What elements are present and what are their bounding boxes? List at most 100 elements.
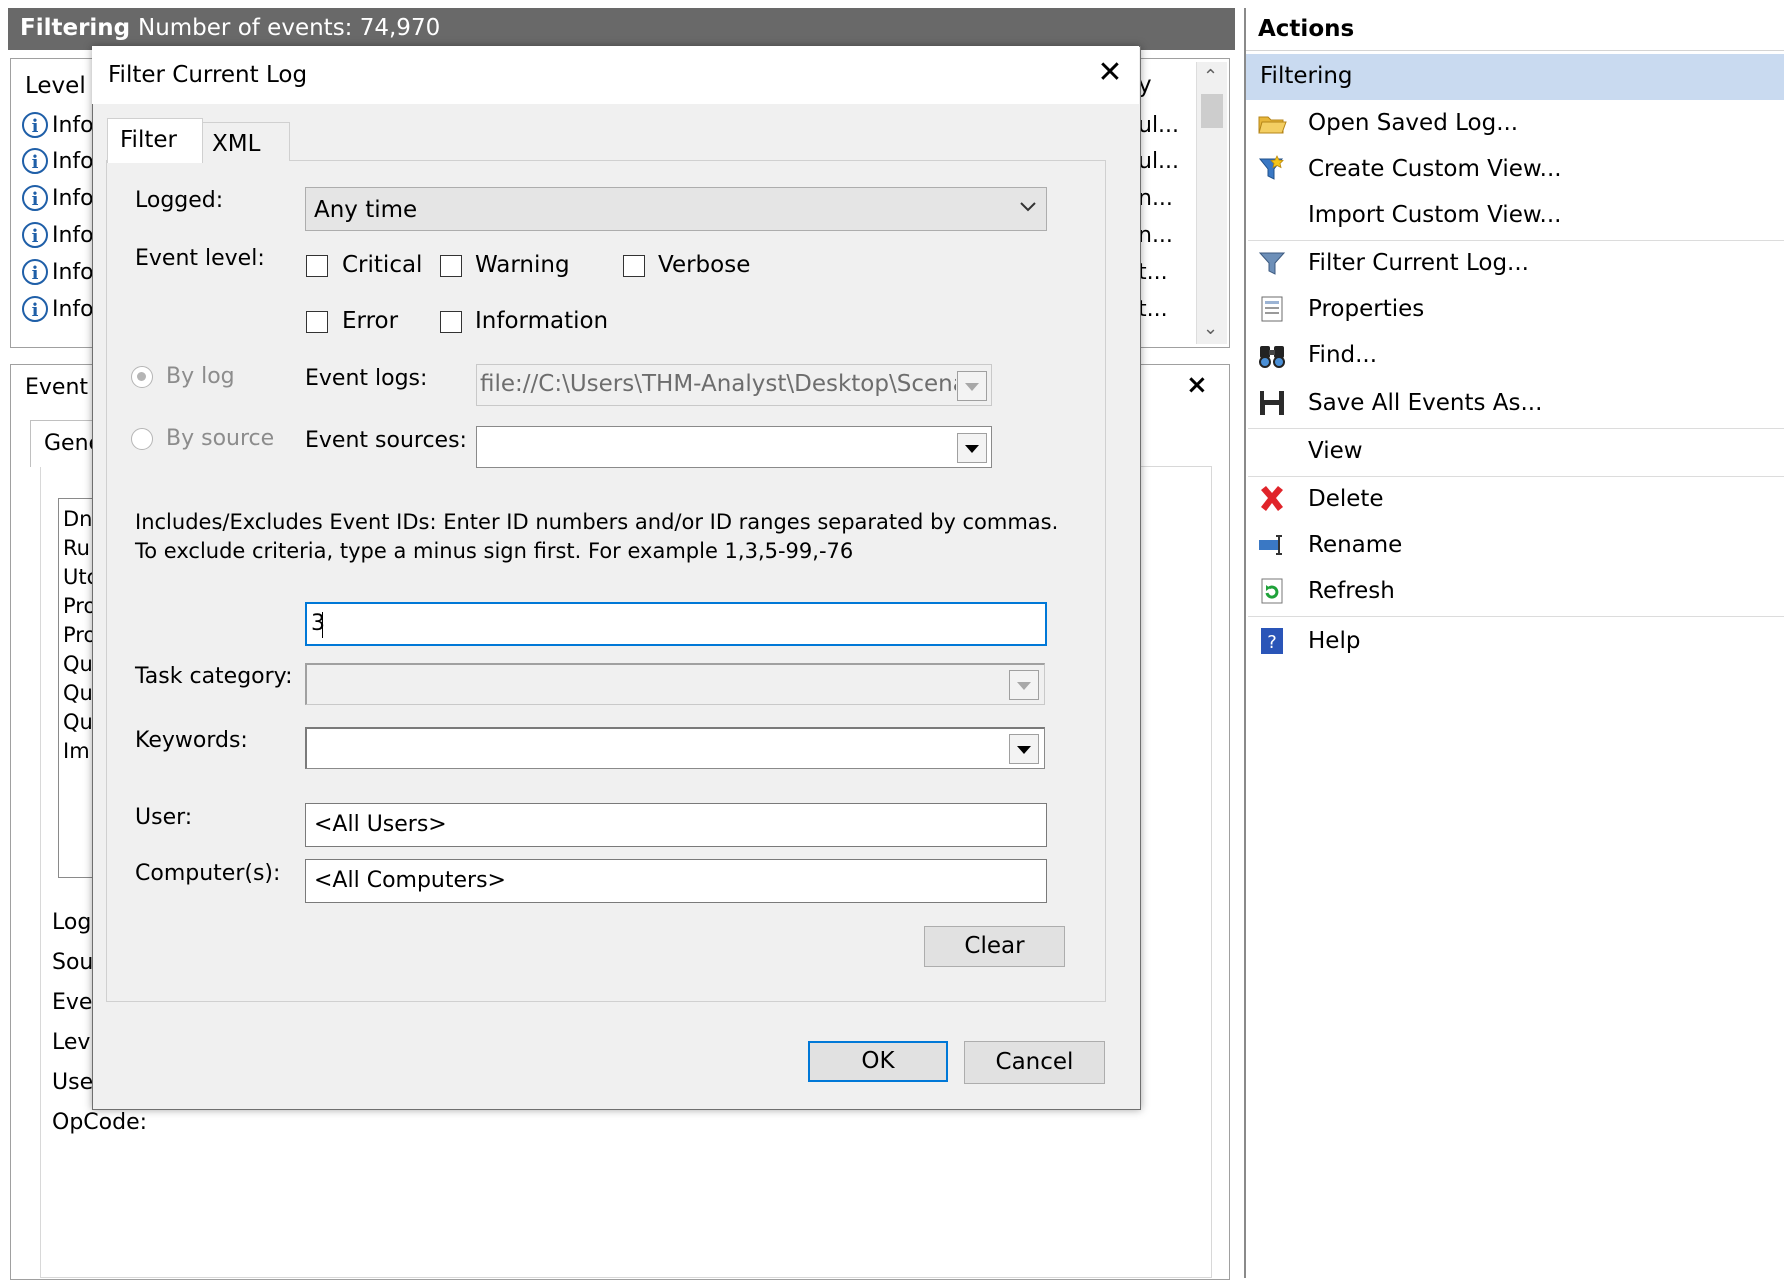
scroll-thumb[interactable] <box>1201 94 1223 128</box>
ok-button[interactable]: OK <box>808 1041 948 1082</box>
tab-xml[interactable]: XML <box>201 122 290 161</box>
actions-section-filtering[interactable]: Filtering <box>1246 54 1784 100</box>
event-row-category-text: t... <box>1138 260 1168 285</box>
refresh-icon <box>1256 576 1288 608</box>
by-source-radio[interactable] <box>131 428 153 450</box>
information-checkbox[interactable] <box>440 311 462 333</box>
log-header-bar: Filtering Number of events: 74,970 <box>8 8 1235 50</box>
event-list-scrollbar[interactable]: ⌃ ⌄ <box>1196 62 1227 344</box>
description-line: Qu <box>63 681 93 705</box>
tab-filter[interactable]: Filter <box>107 118 203 163</box>
event-logs-label: Event logs: <box>305 366 428 391</box>
action-refresh[interactable]: Refresh <box>1246 570 1784 614</box>
computers-value: <All Computers> <box>314 868 506 893</box>
event-logs-value: file://C:\Users\THM-Analyst\Desktop\Scen… <box>480 371 956 397</box>
logged-label: Logged: <box>135 188 224 213</box>
event-ids-input[interactable]: 3 <box>305 602 1047 646</box>
event-level-text: Info <box>52 259 92 285</box>
computers-input[interactable]: <All Computers> <box>305 859 1047 903</box>
event-level-text: Info <box>52 112 92 138</box>
binoculars-icon <box>1256 340 1288 372</box>
by-log-label[interactable]: By log <box>166 364 235 389</box>
scroll-down-icon[interactable]: ⌄ <box>1203 318 1218 339</box>
action-help[interactable]: ? Help <box>1246 620 1784 664</box>
column-header-level[interactable]: Level <box>25 73 86 99</box>
action-view[interactable]: View <box>1246 430 1784 474</box>
action-delete[interactable]: Delete <box>1246 478 1784 522</box>
user-input[interactable]: <All Users> <box>305 803 1047 847</box>
event-sources-dropdown[interactable] <box>476 426 992 468</box>
properties-icon <box>1256 294 1288 326</box>
action-create-custom-view[interactable]: Create Custom View... <box>1246 148 1784 192</box>
event-row-category-text: ul... <box>1138 149 1180 174</box>
by-source-label[interactable]: By source <box>166 426 274 451</box>
computers-label: Computer(s): <box>135 861 281 886</box>
scroll-up-icon[interactable]: ⌃ <box>1203 66 1218 87</box>
verbose-label[interactable]: Verbose <box>658 252 750 278</box>
description-line: Im <box>63 739 90 763</box>
keywords-dropdown-arrow-icon[interactable] <box>1009 734 1039 764</box>
user-label: User: <box>135 805 193 830</box>
event-field-label: Sou <box>52 950 94 975</box>
logged-value: Any time <box>314 197 418 223</box>
by-log-radio[interactable] <box>131 366 153 388</box>
task-category-dropdown[interactable] <box>305 663 1045 705</box>
user-value: <All Users> <box>314 812 447 837</box>
delete-icon <box>1256 484 1288 516</box>
information-label[interactable]: Information <box>475 308 608 334</box>
verbose-checkbox[interactable] <box>623 255 645 277</box>
event-row[interactable]: i Info <box>22 296 92 326</box>
error-label[interactable]: Error <box>342 308 398 334</box>
action-open-saved-log[interactable]: Open Saved Log... <box>1246 102 1784 146</box>
save-icon <box>1256 388 1288 420</box>
text-cursor <box>322 612 323 638</box>
event-row[interactable]: i Info <box>22 148 92 178</box>
event-field-label: Log <box>52 910 92 935</box>
chevron-down-icon <box>1018 194 1038 224</box>
event-field-label: Use <box>52 1070 94 1095</box>
dialog-close-icon[interactable]: ✕ <box>1093 56 1127 90</box>
log-header-title: Filtering <box>20 15 131 41</box>
event-row[interactable]: i Info <box>22 185 92 215</box>
event-row[interactable]: i Info <box>22 112 92 142</box>
keywords-label: Keywords: <box>135 728 248 753</box>
event-row[interactable]: i Info <box>22 222 92 252</box>
cancel-button[interactable]: Cancel <box>964 1041 1105 1084</box>
info-icon: i <box>22 296 48 322</box>
actions-title-label: Actions <box>1258 16 1355 42</box>
event-sources-label: Event sources: <box>305 428 467 453</box>
clear-button[interactable]: Clear <box>924 926 1065 967</box>
actions-separator <box>1248 428 1784 429</box>
critical-label[interactable]: Critical <box>342 252 422 278</box>
action-save-all-events[interactable]: Save All Events As... <box>1246 382 1784 426</box>
action-import-custom-view[interactable]: Import Custom View... <box>1246 194 1784 238</box>
event-logs-dropdown-arrow-icon[interactable] <box>957 371 987 401</box>
actions-separator <box>1248 476 1784 477</box>
event-level-text: Info <box>52 296 92 322</box>
critical-checkbox[interactable] <box>306 255 328 277</box>
task-category-dropdown-arrow-icon[interactable] <box>1009 670 1039 700</box>
warning-checkbox[interactable] <box>440 255 462 277</box>
event-sources-dropdown-arrow-icon[interactable] <box>957 433 987 463</box>
event-logs-dropdown[interactable]: file://C:\Users\THM-Analyst\Desktop\Scen… <box>476 364 992 406</box>
svg-text:?: ? <box>1267 632 1277 653</box>
event-field-label: Lev <box>52 1030 91 1055</box>
info-icon: i <box>22 148 48 174</box>
error-checkbox[interactable] <box>306 311 328 333</box>
logged-dropdown[interactable]: Any time <box>305 187 1047 231</box>
event-row-category-text: t... <box>1138 297 1168 322</box>
keywords-dropdown[interactable] <box>305 727 1045 769</box>
action-rename[interactable]: Rename <box>1246 524 1784 568</box>
action-find[interactable]: Find... <box>1246 334 1784 378</box>
info-icon: i <box>22 112 48 138</box>
event-row-category-text: n... <box>1138 186 1173 211</box>
action-properties[interactable]: Properties <box>1246 288 1784 332</box>
event-row-category-text: n... <box>1138 223 1173 248</box>
details-close-icon[interactable]: × <box>1186 370 1208 400</box>
funnel-icon <box>1256 248 1288 280</box>
description-line: Ru <box>63 536 90 560</box>
action-filter-current-log[interactable]: Filter Current Log... <box>1246 242 1784 286</box>
warning-label[interactable]: Warning <box>475 252 570 278</box>
event-row[interactable]: i Info <box>22 259 92 289</box>
actions-title: Actions <box>1246 8 1784 51</box>
